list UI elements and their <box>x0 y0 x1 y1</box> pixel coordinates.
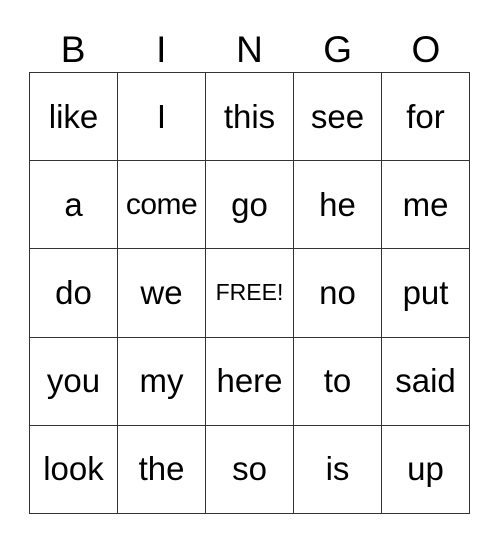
bingo-grid: like Ithis see for a come go he me do we FREE! no put… <box>29 72 470 514</box>
bingo-header: B I N G O <box>29 28 470 72</box>
header-letter-g: G <box>323 29 353 70</box>
bingo-cell: put <box>382 249 470 338</box>
bingo-cell: come <box>118 161 206 250</box>
bingo-cell: go <box>206 161 294 250</box>
header-letter-i: I <box>156 29 167 70</box>
bingo-cell: the <box>118 425 206 514</box>
bingo-cell: is <box>294 425 382 514</box>
header-letter-b: B <box>60 29 86 70</box>
bingo-cell: he <box>294 161 382 250</box>
bingo-cell: me <box>382 161 470 250</box>
bingo-cell: FREE! <box>206 249 294 338</box>
bingo-cell: you <box>30 337 118 426</box>
bingo-cell: I <box>118 73 206 162</box>
bingo-cell: for <box>382 73 470 162</box>
bingo-cell: my <box>118 337 206 426</box>
bingo-cell: see <box>294 73 382 162</box>
bingo-cell: a <box>30 161 118 250</box>
header-letter-n: N <box>236 29 263 70</box>
header-letter-o: O <box>411 29 441 70</box>
bingo-cell: so <box>206 425 294 514</box>
bingo-cell: to <box>294 337 382 426</box>
bingo-cell: this <box>206 73 294 162</box>
bingo-cell: said <box>382 337 470 426</box>
bingo-cell: look <box>30 425 118 514</box>
bingo-cell: do <box>30 249 118 338</box>
bingo-cell: up <box>382 425 470 514</box>
bingo-cell: here <box>206 337 294 426</box>
bingo-cell: no <box>294 249 382 338</box>
bingo-cell: we <box>118 249 206 338</box>
bingo-cell: like <box>30 73 118 162</box>
